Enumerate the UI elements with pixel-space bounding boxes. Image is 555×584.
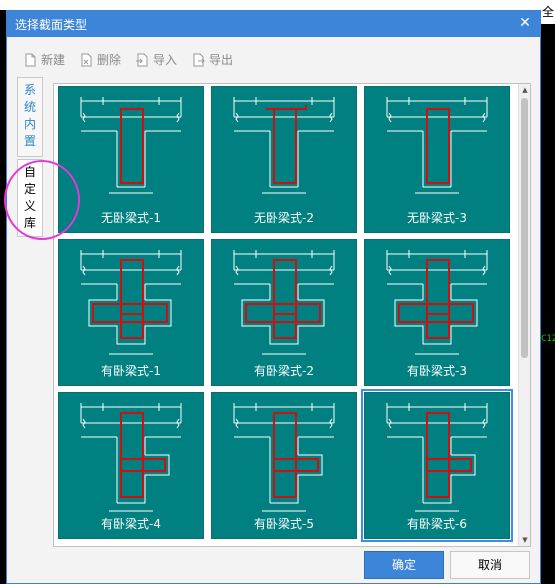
- section-tile-label: 有卧梁式-1: [101, 364, 161, 378]
- scroll-up-icon[interactable]: ▲: [521, 86, 529, 94]
- import-icon: [136, 53, 148, 66]
- tab-char: 置: [23, 134, 36, 148]
- section-tile[interactable]: 有卧梁式-2: [211, 239, 357, 386]
- section-tile-label: 无卧梁式-3: [407, 211, 467, 225]
- tab-custom-library[interactable]: 自 定 义 库: [17, 159, 43, 237]
- export-button-label: 导出: [209, 53, 234, 67]
- section-tile[interactable]: 有卧梁式-6: [361, 389, 513, 542]
- close-icon[interactable]: ✕: [516, 14, 534, 32]
- section-tile[interactable]: 有卧梁式-1: [58, 239, 204, 386]
- export-icon: [193, 53, 205, 66]
- tab-char: 库: [23, 216, 36, 230]
- section-tile[interactable]: 有卧梁式-3: [364, 239, 510, 386]
- section-tile-label: 有卧梁式-2: [254, 364, 314, 378]
- new-file-icon: [25, 53, 36, 66]
- section-type-dialog: 选择截面类型 ✕ 新建 删除 导入 导出 系 统 内 置 自 定 义 库 无卧梁…: [6, 10, 541, 584]
- section-tile-label: 无卧梁式-1: [101, 211, 161, 225]
- delete-button-label: 删除: [97, 53, 122, 67]
- section-tile-label: 有卧梁式-5: [254, 517, 314, 531]
- dialog-titlebar: 选择截面类型 ✕: [7, 11, 540, 37]
- section-tile-label: 有卧梁式-3: [407, 364, 467, 378]
- section-grid: 无卧梁式-1 无卧梁式-2 无卧梁式-3 有卧梁式-1 有卧梁式-2 有卧梁式-3 有卧梁式…: [58, 86, 513, 542]
- background-corner-text: 全: [541, 0, 555, 24]
- section-thumbnail-panel: 无卧梁式-1 无卧梁式-2 无卧梁式-3 有卧梁式-1 有卧梁式-2 有卧梁式-3 有卧梁式…: [53, 83, 531, 547]
- section-tile[interactable]: 无卧梁式-2: [211, 86, 357, 233]
- background-side-text: C12: [541, 334, 555, 344]
- section-tile-label: 无卧梁式-2: [254, 211, 314, 225]
- tab-char: 统: [23, 100, 36, 114]
- tab-char: 系: [23, 83, 36, 97]
- delete-button[interactable]: 删除: [79, 51, 121, 68]
- library-tabs: 系 统 内 置 自 定 义 库: [17, 77, 43, 239]
- export-button[interactable]: 导出: [191, 51, 233, 68]
- tab-char: 自: [23, 165, 36, 179]
- tab-char: 内: [23, 117, 36, 131]
- tab-system-builtin[interactable]: 系 统 内 置: [17, 77, 43, 157]
- background-strip: [0, 0, 555, 10]
- toolbar: 新建 删除 导入 导出: [23, 51, 233, 68]
- vertical-scrollbar[interactable]: ▲ ▼: [518, 84, 530, 546]
- scroll-thumb[interactable]: [521, 98, 528, 358]
- cancel-button[interactable]: 取消: [450, 551, 530, 579]
- scroll-down-icon[interactable]: ▼: [521, 536, 529, 544]
- new-button-label: 新建: [41, 53, 66, 67]
- section-tile-label: 有卧梁式-6: [407, 517, 467, 531]
- section-tile[interactable]: 无卧梁式-1: [58, 86, 204, 233]
- tab-char: 定: [23, 182, 36, 196]
- new-button[interactable]: 新建: [23, 51, 65, 68]
- ok-button[interactable]: 确定: [364, 551, 444, 579]
- import-button-label: 导入: [153, 53, 178, 67]
- dialog-title: 选择截面类型: [15, 17, 88, 32]
- import-button[interactable]: 导入: [135, 51, 177, 68]
- delete-file-icon: [81, 53, 92, 66]
- tab-char: 义: [23, 199, 36, 213]
- section-tile-label: 有卧梁式-4: [101, 517, 161, 531]
- section-tile[interactable]: 有卧梁式-4: [58, 392, 204, 539]
- section-tile[interactable]: 无卧梁式-3: [364, 86, 510, 233]
- section-tile[interactable]: 有卧梁式-5: [211, 392, 357, 539]
